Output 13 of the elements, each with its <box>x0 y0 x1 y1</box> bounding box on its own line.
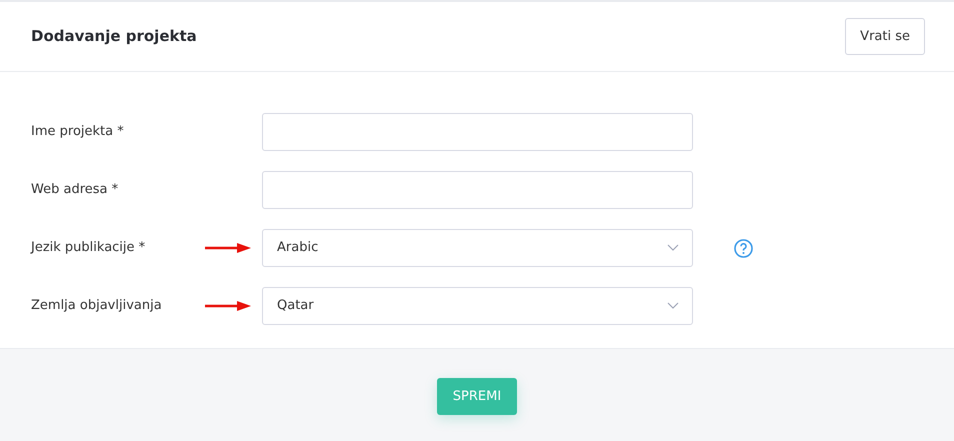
dropdown-field[interactable]: Arabic <box>262 229 693 267</box>
field-label: Zemlja objavljivanja <box>31 297 163 316</box>
help-icon[interactable] <box>734 238 753 258</box>
field-label: Jezik publikacije * <box>31 239 146 258</box>
dropdown-field[interactable]: Qatar <box>262 287 693 325</box>
back-button[interactable]: Vrati se <box>845 18 925 56</box>
page-title: Dodavanje projekta <box>31 26 197 48</box>
chevron-down-icon <box>667 244 679 251</box>
field-label: Ime projekta * <box>31 123 125 142</box>
chevron-down-icon <box>667 302 679 309</box>
text-field[interactable] <box>262 113 693 151</box>
text-field[interactable] <box>262 171 693 209</box>
field-label: Web adresa * <box>31 181 120 200</box>
